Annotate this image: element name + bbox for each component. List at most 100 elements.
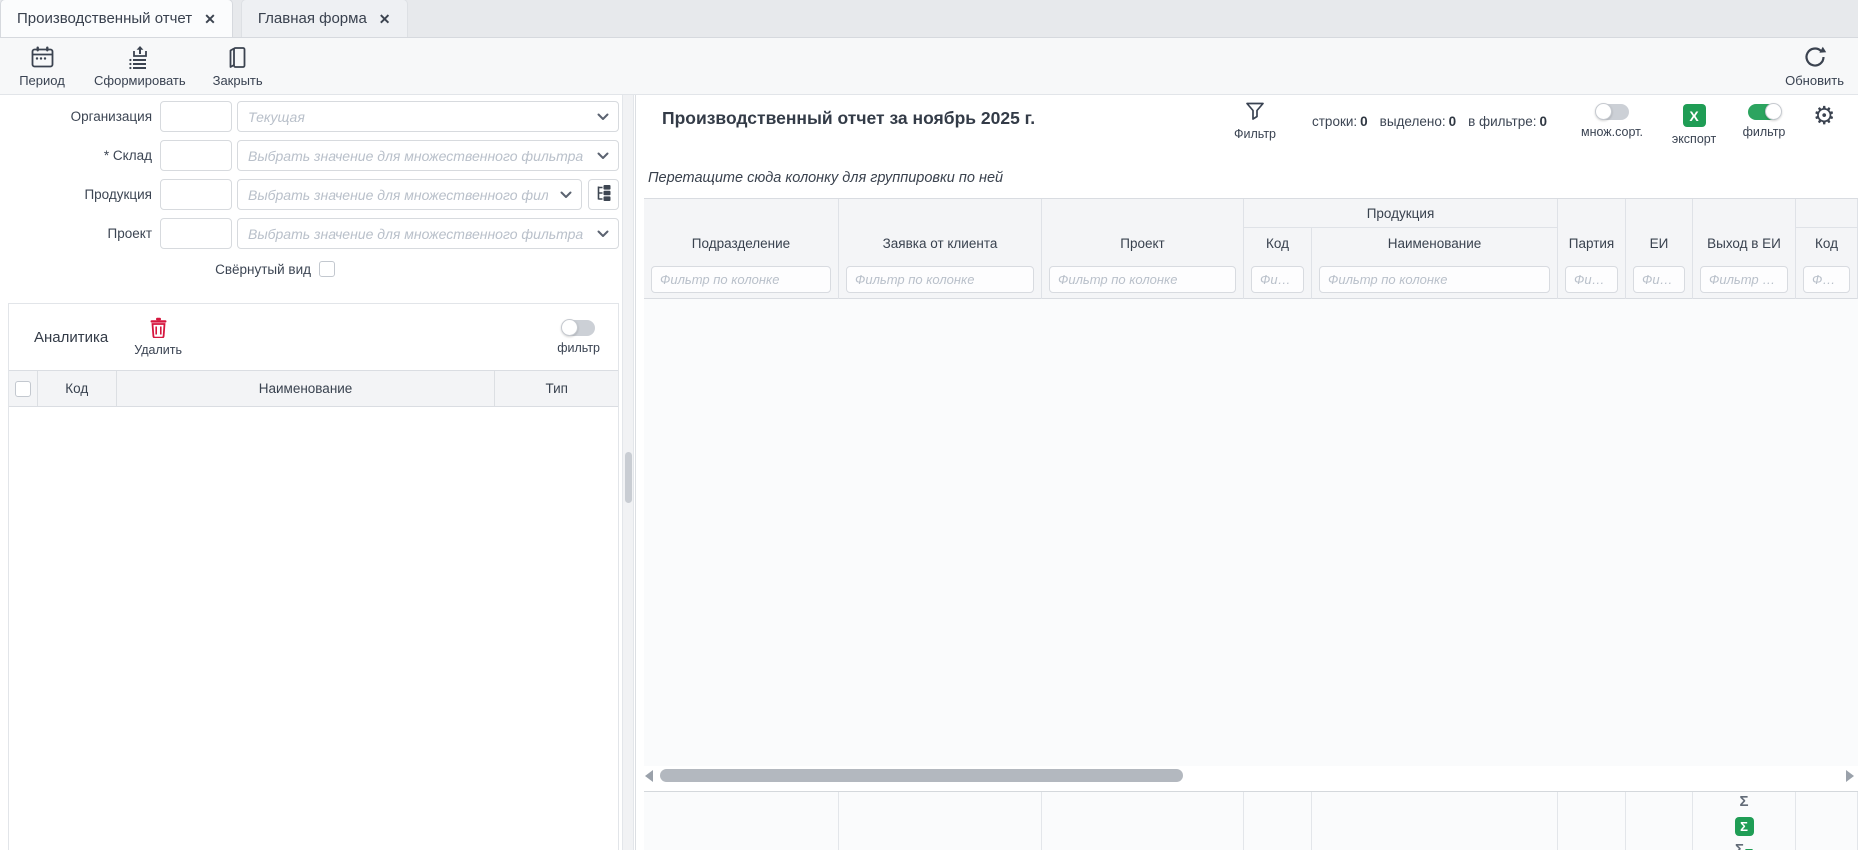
sum-selected-icon[interactable]: Σ [1735,817,1754,836]
grid-filter-input[interactable] [1700,266,1788,293]
project-code-input[interactable] [160,218,232,249]
analytics-section: Аналитика Удалить фильтр [8,303,619,850]
generate-button[interactable]: Сформировать [94,45,186,88]
grid-footer-cell [644,792,839,850]
warehouse-code-input[interactable] [160,140,232,171]
delete-button[interactable]: Удалить [134,317,182,357]
report-grid-panel: Производственный отчет за ноябрь 2025 г.… [636,95,1858,850]
grid-column-header[interactable]: Код [1796,228,1858,258]
project-input[interactable] [238,226,595,242]
analytics-column-header[interactable]: Тип [495,371,618,406]
multi-sort-toggle[interactable] [1596,104,1629,120]
grid-filter-cell [1693,258,1796,300]
grid-column-header[interactable]: Наименование [1312,228,1558,258]
refresh-button-label: Обновить [1785,73,1844,88]
grid-header: ПодразделениеЗаявка от клиентаПроектКодН… [644,198,1858,299]
excel-export-icon[interactable]: X [1683,104,1706,127]
warehouse-input[interactable] [238,148,595,164]
grid-footer-cell [839,792,1042,850]
grid-filter-input[interactable] [846,266,1034,293]
production-code-input[interactable] [160,179,232,210]
grid-filter-input[interactable] [651,266,831,293]
project-label: Проект [0,226,158,241]
filter-button[interactable]: Фильтр [1225,100,1285,141]
grid-filter-toggle[interactable] [1748,104,1781,120]
rows-count: строки:0 [1312,114,1368,129]
organization-code-input[interactable] [160,101,232,132]
vertical-scrollbar [622,95,634,850]
grid-column-header[interactable]: ЕИ [1626,199,1693,258]
period-button[interactable]: Период [14,45,70,88]
tab-main-form[interactable]: Главная форма ✕ [241,0,408,37]
grid-filter-input[interactable] [1049,266,1236,293]
chevron-down-icon [597,113,609,121]
grid-stats: строки:0 выделено:0 в фильтре:0 [1312,114,1547,129]
grid-column-header[interactable]: Партия [1558,199,1626,258]
refresh-icon [1802,44,1828,70]
grid-body [644,299,1858,766]
scroll-right-arrow[interactable] [1846,770,1854,782]
grid-filter-input[interactable] [1633,266,1685,293]
grid-column-header[interactable]: Подразделение [644,199,839,258]
grid-column-header[interactable]: Код [1244,228,1312,258]
grid-footer-cell [1626,792,1693,850]
grid-filter-cell [1796,258,1858,300]
grid-column-header[interactable]: Выход в ЕИ [1693,199,1796,258]
analytics-title: Аналитика [34,329,108,346]
grid-footer-cell [1312,792,1558,850]
grid-filter-input[interactable] [1803,266,1850,293]
tab-label: Производственный отчет [17,10,192,27]
warehouse-combo[interactable] [237,140,619,171]
tab-production-report[interactable]: Производственный отчет ✕ [0,0,233,37]
hierarchy-select-button[interactable] [588,179,619,210]
close-icon[interactable]: ✕ [204,12,216,26]
analytics-filter-toggle[interactable] [562,320,595,336]
organization-combo[interactable] [237,101,619,132]
tab-label: Главная форма [258,10,367,27]
close-form-button[interactable]: Закрыть [210,45,266,88]
close-form-button-label: Закрыть [213,73,263,88]
grid-footer-cell [1244,792,1312,850]
export-control[interactable]: X экспорт [1669,104,1719,146]
funnel-icon [1244,100,1266,125]
scroll-left-arrow[interactable] [645,770,653,782]
chevron-down-icon [597,230,609,238]
grid-column-header[interactable]: Заявка от клиента [839,199,1042,258]
horizontal-scrollbar-thumb[interactable] [660,769,1183,782]
grid-filter-input[interactable] [1565,266,1618,293]
sum-filtered-icon[interactable]: Σ [1735,842,1753,850]
vertical-scrollbar-thumb[interactable] [625,452,632,503]
chevron-down-icon [597,152,609,160]
select-all-checkbox[interactable] [15,381,31,397]
gear-icon[interactable]: ⚙ [1813,104,1835,129]
production-input[interactable] [238,187,558,203]
sum-icon[interactable]: Σ [1739,794,1748,811]
production-combo[interactable] [237,179,582,210]
multi-sort-control: множ.сорт. [1577,104,1647,139]
grid-filter-cell [1042,258,1244,300]
grid-filter-cell [1626,258,1693,300]
analytics-column-header[interactable]: Код [38,371,117,406]
app-window: Производственный отчет ✕ Главная форма ✕… [0,0,1858,850]
refresh-button[interactable]: Обновить [1785,44,1844,88]
analytics-header-row: КодНаименованиеТип [9,370,618,407]
grid-filter-input[interactable] [1319,266,1550,293]
period-button-label: Период [19,73,65,88]
filtered-count: в фильтре:0 [1468,114,1547,129]
grid-column-header[interactable]: Проект [1042,199,1244,258]
project-combo[interactable] [237,218,619,249]
door-exit-icon [225,45,250,70]
analytics-filter-toggle-label: фильтр [557,341,600,355]
grid-filter-input[interactable] [1251,266,1304,293]
analytics-column-header[interactable]: Наименование [117,371,496,406]
grid-filter-cell [1312,258,1558,300]
grid-group-header [1796,199,1858,228]
organization-label: Организация [0,109,158,124]
tree-icon [594,183,614,206]
tab-bar: Производственный отчет ✕ Главная форма ✕ [0,0,1858,38]
collapsed-view-checkbox[interactable] [319,261,335,277]
production-label: Продукция [0,187,158,202]
organization-input[interactable] [238,109,595,125]
close-icon[interactable]: ✕ [379,12,391,26]
calendar-icon [30,45,55,70]
